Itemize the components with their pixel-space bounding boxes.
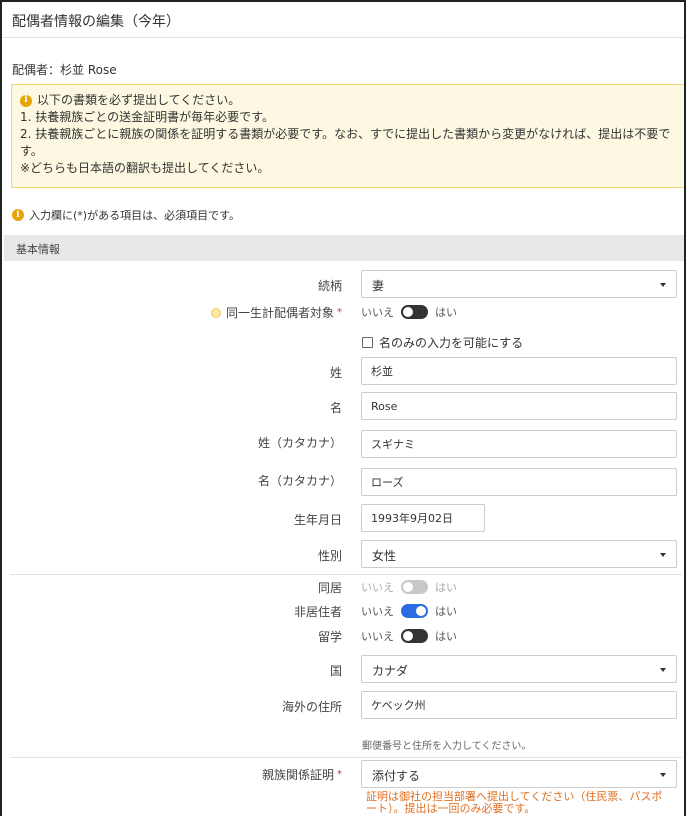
required-fields-note: i 入力欄に(*)がある項目は、必須項目です。 <box>12 207 240 223</box>
notice-line: 1. 扶養親族ごとの送金証明書が毎年必要です。 <box>20 110 274 124</box>
overseas-address-input[interactable] <box>361 691 677 719</box>
same-household-toggle-group: いいえ はい <box>361 305 457 319</box>
divider <box>10 757 682 758</box>
first-name-label: 名 <box>329 401 342 415</box>
same-household-toggle[interactable] <box>401 305 428 319</box>
cohabiting-label: 同居 <box>317 581 342 595</box>
first-name-kana-label: 名（カタカナ） <box>257 474 342 488</box>
chevron-down-icon <box>660 553 666 557</box>
address-hint: 郵便番号と住所を入力してください。 <box>362 741 532 752</box>
notice-line: ※どちらも日本語の翻訳も提出してください。 <box>20 161 270 175</box>
country-label: 国 <box>329 664 342 678</box>
birth-date-label: 生年月日 <box>293 513 342 527</box>
section-header-basic-info: 基本情報 <box>4 235 684 261</box>
last-name-kana-input[interactable] <box>361 430 677 458</box>
same-household-label: 同一生計配偶者対象 * <box>210 304 342 321</box>
spouse-name-line: 配偶者：杉並 Rose <box>12 63 117 77</box>
non-resident-label: 非居住者 <box>293 605 342 619</box>
gender-select[interactable]: 女性 <box>361 540 677 568</box>
relation-label: 続柄 <box>317 279 342 293</box>
name-only-checkbox[interactable] <box>362 337 373 348</box>
help-icon[interactable] <box>210 307 221 318</box>
cohabiting-toggle-group: いいえ はい <box>361 580 457 594</box>
relation-proof-label: 親族関係証明 * <box>261 768 342 782</box>
required-mark: * <box>337 307 342 318</box>
chevron-down-icon <box>660 283 666 287</box>
name-only-option[interactable]: 名のみの入力を可能にする <box>362 334 523 351</box>
chevron-down-icon <box>660 773 666 777</box>
cohabiting-toggle <box>401 580 428 594</box>
required-documents-notice: i 以下の書類を必ず提出してください。 1. 扶養親族ごとの送金証明書が毎年必要… <box>11 84 684 188</box>
relation-proof-warning: 証明は御社の担当部署へ提出してください（住民票、パスポート）。提出は一回のみ必要… <box>366 790 663 815</box>
relation-proof-select[interactable]: 添付する <box>361 760 677 788</box>
notice-line: す。 <box>20 144 43 158</box>
non-resident-toggle-group: いいえ はい <box>361 604 457 618</box>
notice-line: 2. 扶養親族ごとに親族の関係を証明する書類が必要です。なお、すでに提出した書類… <box>20 127 671 141</box>
chevron-down-icon <box>660 668 666 672</box>
last-name-kana-label: 姓（カタカナ） <box>257 436 342 450</box>
non-resident-toggle[interactable] <box>401 604 428 618</box>
info-icon: i <box>20 94 32 107</box>
birth-date-input[interactable] <box>361 504 485 532</box>
notice-lead: 以下の書類を必ず提出してください。 <box>37 93 241 107</box>
info-icon: i <box>12 209 24 221</box>
overseas-address-label: 海外の住所 <box>281 700 342 714</box>
last-name-label: 姓 <box>329 366 342 380</box>
country-select[interactable]: カナダ <box>361 655 677 683</box>
edit-spouse-panel: 配偶者情報の編集（今年） 配偶者：杉並 Rose i 以下の書類を必ず提出してく… <box>0 0 686 816</box>
first-name-kana-input[interactable] <box>361 468 677 496</box>
first-name-input[interactable] <box>361 392 677 420</box>
page-title: 配偶者情報の編集（今年） <box>2 2 684 38</box>
relation-select[interactable]: 妻 <box>361 270 677 298</box>
study-abroad-label: 留学 <box>317 630 342 644</box>
last-name-input[interactable] <box>361 357 677 385</box>
gender-label: 性別 <box>317 549 342 563</box>
study-abroad-toggle[interactable] <box>401 629 428 643</box>
divider <box>10 574 682 575</box>
study-abroad-toggle-group: いいえ はい <box>361 629 457 643</box>
required-mark: * <box>337 769 342 780</box>
